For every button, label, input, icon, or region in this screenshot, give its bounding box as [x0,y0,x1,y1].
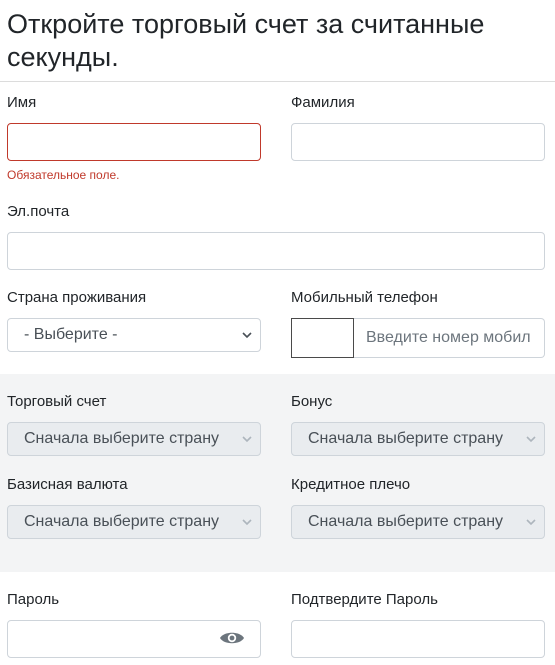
email-label: Эл.почта [7,203,70,220]
trading-account-select-value: Сначала выберите страну [24,430,220,447]
trading-account-label: Торговый счет [7,393,107,410]
base-currency-select-value: Сначала выберите страну [24,513,220,530]
divider [0,81,555,82]
leverage-select[interactable]: Сначала выберите страну [291,505,545,539]
chevron-down-icon [242,332,252,339]
country-select[interactable]: - Выберите - [7,318,261,352]
chevron-down-icon [526,436,536,443]
first-name-label: Имя [7,94,37,111]
eye-icon[interactable] [219,629,245,647]
base-currency-select[interactable]: Сначала выберите страну [7,505,261,539]
last-name-input[interactable] [291,123,545,161]
chevron-down-icon [242,436,252,443]
chevron-down-icon [526,519,536,526]
last-name-label: Фамилия [291,94,355,111]
password-label: Пароль [7,591,60,608]
phone-code-input[interactable] [291,318,354,358]
bonus-select[interactable]: Сначала выберите страну [291,422,545,456]
leverage-label: Кредитное плечо [291,476,411,493]
bonus-select-value: Сначала выберите страну [308,430,504,447]
first-name-input[interactable] [7,123,261,161]
base-currency-label: Базисная валюта [7,476,128,493]
chevron-down-icon [242,519,252,526]
country-select-value: - Выберите - [24,326,118,343]
confirm-password-input[interactable] [291,620,545,658]
trading-account-select[interactable]: Сначала выберите страну [7,422,261,456]
email-input[interactable] [7,232,545,270]
first-name-error: Обязательное поле. [7,168,120,182]
page-title: Откройте торговый счет за считанные секу… [7,9,485,72]
leverage-select-value: Сначала выберите страну [308,513,504,530]
country-label: Страна проживания [7,289,147,306]
phone-number-input[interactable]: Введите номер мобил [354,318,545,358]
bonus-label: Бонус [291,393,333,410]
phone-label: Мобильный телефон [291,289,438,306]
confirm-password-label: Подтвердите Пароль [291,591,438,608]
